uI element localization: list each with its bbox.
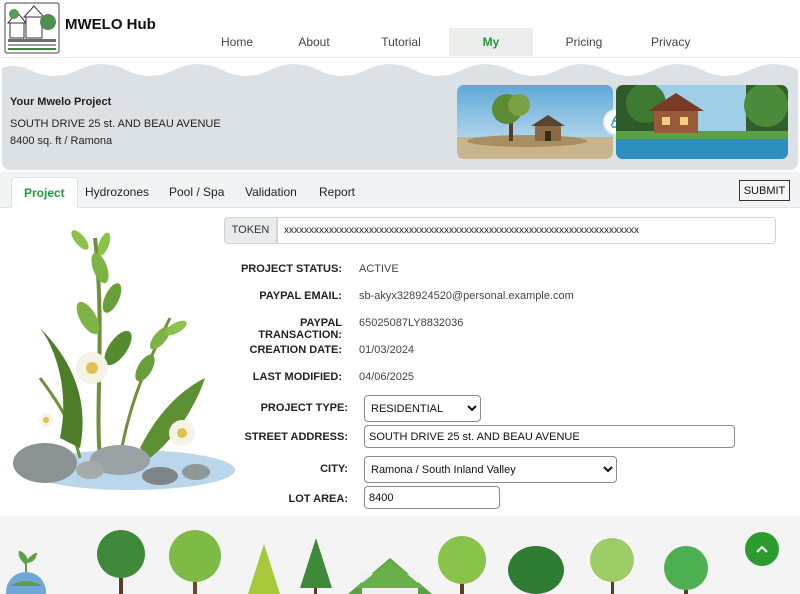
last-modified-value: 04/06/2025 <box>359 371 415 383</box>
project-title: Your Mwelo Project <box>10 96 112 108</box>
paypal-email-value: sb-akyx328924520@personal.example.com <box>359 290 574 302</box>
project-status-value: ACTIVE <box>359 263 399 275</box>
city-select[interactable]: Ramona / South Inland Valley <box>364 456 617 483</box>
brand-name[interactable]: MWELO Hub <box>65 16 156 33</box>
creation-date-value: 01/03/2024 <box>359 344 415 356</box>
tab-validation[interactable]: Validation <box>233 177 309 208</box>
nav-my-project[interactable]: My Project <box>449 28 533 77</box>
paypal-transaction-label: PAYPAL TRANSACTION: <box>258 317 342 341</box>
wave-decoration <box>2 58 798 76</box>
street-address-label: STREET ADDRESS: <box>244 431 349 443</box>
project-status-label: PROJECT STATUS: <box>240 263 342 275</box>
project-address: SOUTH DRIVE 25 st. AND BEAU AVENUE <box>10 118 221 130</box>
project-tabs: Project Hydrozones Pool / Spa Validation… <box>0 172 800 208</box>
lot-area-input[interactable] <box>364 486 500 509</box>
project-type-select[interactable]: RESIDENTIAL <box>364 395 481 422</box>
plant-illustration <box>13 230 235 490</box>
submit-button[interactable]: SUBMIT <box>739 180 790 201</box>
main-nav: Home About Tutorial My Project Pricing P… <box>205 28 699 77</box>
footer-trees-decoration <box>0 516 800 594</box>
token-label: TOKEN <box>224 217 277 244</box>
lot-area-label: LOT AREA: <box>288 493 348 505</box>
nav-tutorial[interactable]: Tutorial <box>353 28 449 56</box>
before-landscape-image <box>457 85 613 159</box>
scroll-to-top-button[interactable] <box>745 532 779 566</box>
token-input[interactable] <box>277 217 776 244</box>
mwelo-logo[interactable] <box>4 2 60 54</box>
project-banner: Your Mwelo Project SOUTH DRIVE 25 st. AN… <box>2 58 798 170</box>
city-label: CITY: <box>320 463 348 475</box>
top-header: MWELO Hub Home About Tutorial My Project… <box>0 0 800 77</box>
paypal-email-label: PAYPAL EMAIL: <box>259 290 342 302</box>
nav-pricing[interactable]: Pricing <box>533 28 635 56</box>
project-size-city: 8400 sq. ft / Ramona <box>10 135 113 147</box>
last-modified-label: LAST MODIFIED: <box>252 371 342 383</box>
nav-privacy[interactable]: Privacy <box>635 28 699 56</box>
nav-home[interactable]: Home <box>205 28 275 56</box>
tab-pool-spa[interactable]: Pool / Spa <box>157 177 236 208</box>
creation-date-label: CREATION DATE: <box>249 344 342 356</box>
after-landscape-image <box>616 85 788 159</box>
tab-report[interactable]: Report <box>307 177 367 208</box>
chevron-up-icon <box>756 545 768 553</box>
nav-about[interactable]: About <box>275 28 353 56</box>
street-address-input[interactable] <box>364 425 735 448</box>
tab-project[interactable]: Project <box>11 177 78 208</box>
tab-hydrozones[interactable]: Hydrozones <box>73 177 161 208</box>
paypal-transaction-value: 65025087LY8832036 <box>359 317 464 329</box>
project-type-label: PROJECT TYPE: <box>260 402 348 414</box>
